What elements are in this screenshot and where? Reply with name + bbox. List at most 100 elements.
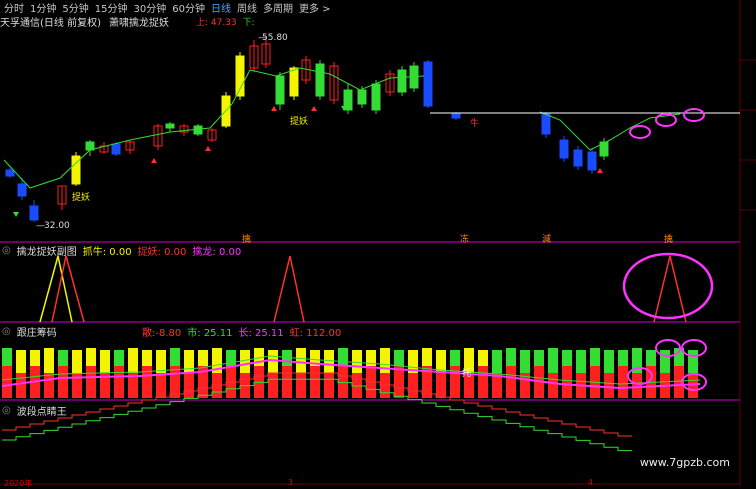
panel2-title[interactable]: 擒龙捉妖副图 (17, 243, 77, 258)
candle (17, 183, 27, 197)
panel2-item: 捉妖: 0.00 (137, 247, 187, 258)
chip-bar (114, 350, 124, 366)
bottom-mark: 擒 (242, 233, 251, 245)
candle (289, 67, 299, 97)
watermark: www.7gpzb.com (639, 456, 730, 469)
chip-bar (16, 350, 26, 373)
candle (111, 143, 121, 155)
date-axis: 2020年 3 4 (0, 478, 756, 488)
candle (315, 63, 325, 97)
peak-line (273, 255, 305, 323)
chip-bar (436, 373, 446, 398)
chart-window: 分时 1分钟 5分钟 15分钟 30分钟 60分钟 日线 周线 多周期 更多 >… (0, 0, 756, 488)
ma-line (3, 67, 425, 189)
chip-mark: 托 (462, 367, 471, 379)
chip-bar (296, 348, 306, 373)
chip-bar (324, 373, 334, 398)
collapse-icon[interactable]: ◎ (2, 245, 11, 256)
panel3-header: ◎ 跟庄筹码 (2, 324, 57, 339)
chip-bar (2, 366, 12, 398)
chip-bar (44, 373, 54, 398)
candle (573, 149, 583, 167)
chip-bar (128, 348, 138, 373)
highlight-circle (683, 108, 705, 122)
candle (275, 75, 285, 105)
signal-label: 捉妖 (72, 191, 90, 203)
panel4-header: ◎ 波段点睛王 (2, 403, 67, 418)
chip-bar (296, 373, 306, 398)
chip-bar (506, 348, 516, 366)
chip-bar (100, 350, 110, 373)
chip-bar (184, 350, 194, 373)
panel3-values: 散:-8.80 市: 25.11 长: 25.11 虹: 112.00 (142, 324, 341, 339)
chip-bar (30, 350, 40, 366)
chip-bar (604, 373, 614, 398)
high-price-label: 55.80 (262, 33, 288, 43)
date-month: 4 (588, 478, 594, 487)
bottom-mark: 擒 (664, 233, 673, 245)
bottom-mark: 冻 (460, 233, 469, 245)
chip-bar (660, 350, 670, 373)
chip-bar (548, 348, 558, 373)
candle (235, 55, 245, 97)
panel2-item: 抓牛: 0.00 (82, 247, 132, 258)
chip-bar (268, 373, 278, 398)
peak-line (653, 255, 687, 323)
candle (5, 169, 15, 177)
chip-bar (86, 348, 96, 366)
signal-arrow (151, 158, 157, 163)
panel2-item: 擒龙: 0.00 (192, 247, 242, 258)
candle (587, 151, 597, 171)
chip-bar (618, 350, 628, 366)
panel2-header: ◎ 擒龙捉妖副图 抓牛: 0.00 捉妖: 0.00 擒龙: 0.00 (2, 243, 241, 258)
chip-bar (156, 350, 166, 373)
chip-bar (576, 350, 586, 373)
chip-bar (44, 348, 54, 373)
signal-label: 提妖 (290, 115, 308, 127)
candle (357, 89, 367, 105)
chip-bar (590, 348, 600, 366)
chip-bar (170, 348, 180, 366)
low-price-label: 32.00 (44, 221, 70, 231)
chip-bar (156, 373, 166, 398)
chip-bar (492, 350, 502, 373)
chip-bar (2, 348, 12, 366)
chip-bar (170, 366, 180, 398)
chip-bar (422, 348, 432, 366)
chip-bar (114, 366, 124, 398)
chip-bar (324, 350, 334, 373)
panel3-title[interactable]: 跟庄筹码 (17, 324, 57, 339)
chip-bar (352, 350, 362, 373)
chip-bar (58, 366, 68, 398)
chip-bar (534, 350, 544, 366)
highlight-circle (629, 125, 651, 139)
chip-bar (142, 350, 152, 366)
candle (193, 125, 203, 135)
panel4-title[interactable]: 波段点睛王 (17, 403, 67, 418)
chip-bar (338, 366, 348, 398)
bottom-mark: 減 (542, 233, 551, 245)
panel3-item: 市: 25.11 (187, 328, 233, 339)
chip-bar (338, 348, 348, 366)
collapse-icon[interactable]: ◎ (2, 326, 11, 337)
panel3-item: 散:-8.80 (142, 328, 182, 339)
chip-bar (506, 366, 516, 398)
chip-bar (450, 350, 460, 366)
candle (371, 83, 381, 111)
chip-bar (632, 373, 642, 398)
panel3-item: 虹: 112.00 (289, 328, 342, 339)
chip-bar (688, 350, 698, 373)
chip-bar (408, 373, 418, 398)
signal-label: 牛 (470, 117, 479, 129)
chip-bar (562, 366, 572, 398)
collapse-icon[interactable]: ◎ (2, 405, 11, 416)
candle (559, 139, 569, 159)
peak-line (51, 255, 85, 323)
candle (165, 123, 175, 129)
chip-bar (478, 366, 488, 398)
chip-bar (58, 350, 68, 366)
signal-arrow (205, 146, 211, 151)
candle (29, 205, 39, 221)
candle (541, 113, 551, 135)
chip-bar (548, 373, 558, 398)
